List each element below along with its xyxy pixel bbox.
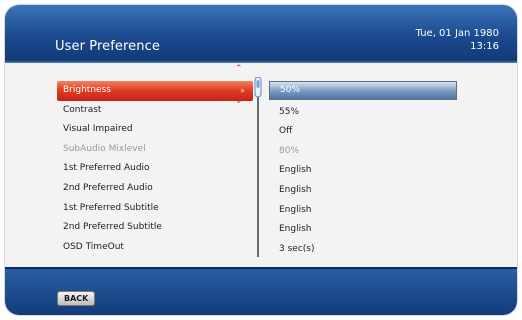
setting-label: Visual Impaired <box>63 124 133 135</box>
setting-item-2nd-preferred-audio[interactable]: 2nd Preferred Audio <box>57 179 253 199</box>
settings-value-list: 50% 55% Off 80% English English English … <box>269 81 457 259</box>
setting-item-osd-timeout[interactable]: OSD TimeOut <box>57 238 253 258</box>
chevron-up-icon[interactable]: ⌃ <box>235 65 243 74</box>
slider-marker-icon <box>254 77 262 97</box>
setting-item-1st-preferred-audio[interactable]: 1st Preferred Audio <box>57 159 253 179</box>
page-title: User Preference <box>55 39 160 54</box>
setting-item-subaudio-mixlevel: SubAudio Mixlevel <box>57 140 253 160</box>
setting-label: SubAudio Mixlevel <box>63 143 146 154</box>
settings-label-list: Brightness » Contrast Visual Impaired Su… <box>57 81 253 257</box>
setting-label: 1st Preferred Audio <box>63 163 150 174</box>
back-button[interactable]: BACK <box>57 291 96 306</box>
setting-value-visual-impaired[interactable]: Off <box>269 122 457 142</box>
setting-label: OSD TimeOut <box>63 241 124 252</box>
setting-value-osd-timeout[interactable]: 3 sec(s) <box>269 240 457 260</box>
setting-value-1st-preferred-audio[interactable]: English <box>269 161 457 181</box>
setting-item-visual-impaired[interactable]: Visual Impaired <box>57 120 253 140</box>
datetime-display: Tue, 01 Jan 1980 13:16 <box>379 27 499 53</box>
time-text: 13:16 <box>470 41 499 52</box>
setting-value-2nd-preferred-subtitle[interactable]: English <box>269 220 457 240</box>
setting-value-brightness[interactable]: 50% <box>269 81 457 100</box>
setting-label: Brightness <box>63 85 111 95</box>
setting-label: Contrast <box>63 104 102 115</box>
setting-value-contrast[interactable]: 55% <box>269 103 457 123</box>
setting-item-2nd-preferred-subtitle[interactable]: 2nd Preferred Subtitle <box>57 218 253 238</box>
footer-bar: BACK <box>5 267 517 315</box>
header-divider <box>5 60 517 63</box>
column-divider <box>257 81 259 257</box>
setting-label: 2nd Preferred Subtitle <box>63 222 162 233</box>
setting-label: 1st Preferred Subtitle <box>63 202 159 213</box>
setting-label: 2nd Preferred Audio <box>63 182 153 193</box>
setting-value-2nd-preferred-audio[interactable]: English <box>269 181 457 201</box>
osd-window: User Preference Tue, 01 Jan 1980 13:16 ⌃… <box>5 5 517 315</box>
header-bar: User Preference Tue, 01 Jan 1980 13:16 <box>5 5 517 60</box>
setting-item-contrast[interactable]: Contrast <box>57 101 253 121</box>
setting-item-brightness[interactable]: Brightness » <box>57 81 253 101</box>
date-text: Tue, 01 Jan 1980 <box>415 28 499 39</box>
setting-item-1st-preferred-subtitle[interactable]: 1st Preferred Subtitle <box>57 199 253 219</box>
double-arrow-right-icon: » <box>240 86 245 95</box>
setting-value-1st-preferred-subtitle[interactable]: English <box>269 201 457 221</box>
setting-value-subaudio-mixlevel: 80% <box>279 145 300 156</box>
